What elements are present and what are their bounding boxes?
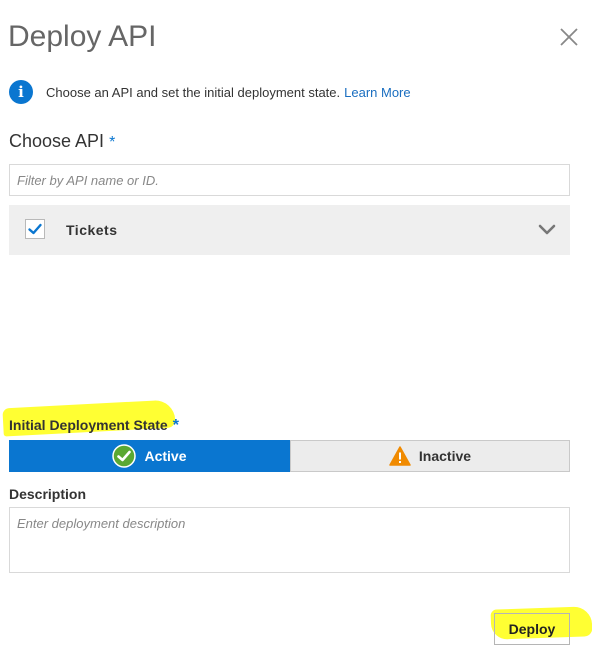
deployment-state-label: Initial Deployment State — [9, 417, 168, 433]
check-circle-icon — [112, 444, 137, 468]
required-marker: * — [109, 134, 116, 151]
chevron-down-icon — [538, 224, 556, 235]
warning-icon — [389, 446, 411, 466]
deployment-state-heading: Initial Deployment State * — [9, 417, 179, 435]
close-button[interactable] — [556, 24, 582, 50]
api-item-label: Tickets — [66, 222, 118, 238]
learn-more-link[interactable]: Learn More — [344, 85, 410, 100]
deploy-button[interactable]: Deploy — [494, 613, 570, 645]
choose-api-label: Choose API — [9, 131, 105, 151]
close-icon — [560, 28, 578, 46]
inactive-option-label: Inactive — [418, 448, 472, 464]
api-list-item[interactable]: Tickets — [9, 205, 570, 255]
description-label: Description — [9, 486, 87, 502]
info-icon: i — [9, 80, 33, 104]
info-banner: i Choose an API and set the initial depl… — [9, 79, 411, 105]
active-option-label: Active — [144, 448, 187, 464]
required-marker: * — [172, 417, 179, 434]
dialog-title: Deploy API — [8, 20, 157, 53]
description-textarea[interactable] — [9, 507, 570, 573]
expand-button[interactable] — [537, 221, 557, 239]
inactive-option-button[interactable]: Inactive — [290, 440, 570, 472]
checkmark-icon — [28, 223, 42, 235]
active-option-button[interactable]: Active — [9, 440, 290, 472]
api-checkbox[interactable] — [25, 219, 45, 239]
api-filter-input[interactable] — [9, 164, 570, 196]
choose-api-heading: Choose API * — [9, 131, 115, 152]
info-text: Choose an API and set the initial deploy… — [46, 84, 341, 100]
deployment-state-toggle: Active Inactive — [9, 440, 570, 472]
